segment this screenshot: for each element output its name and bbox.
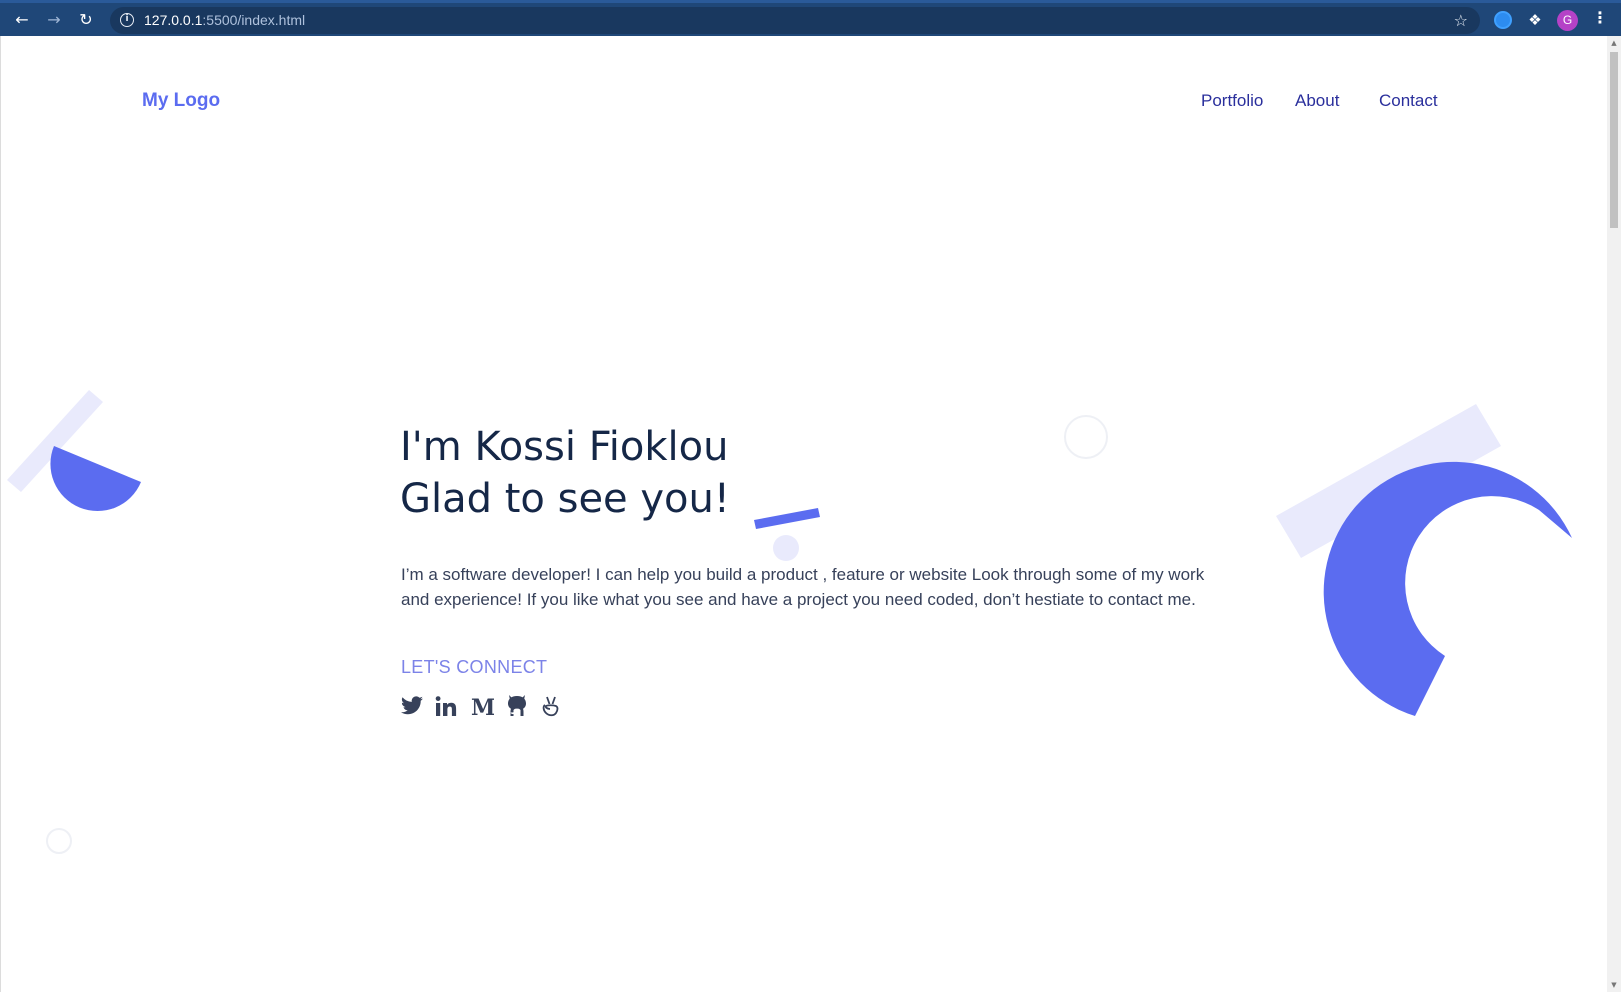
scrollbar-thumb[interactable]: [1610, 52, 1618, 228]
url-text[interactable]: 127.0.0.1:5500/index.html: [144, 12, 305, 28]
nav-contact-link[interactable]: Contact: [1379, 91, 1438, 111]
nav-portfolio-link[interactable]: Portfolio: [1201, 91, 1263, 111]
reload-icon[interactable]: ↻: [75, 9, 97, 31]
extensions-puzzle-icon[interactable]: ❖: [1526, 11, 1544, 29]
extension-globe-icon[interactable]: [1494, 11, 1512, 29]
address-bar[interactable]: i 127.0.0.1:5500/index.html ☆: [110, 7, 1480, 34]
site-logo[interactable]: My Logo: [142, 90, 220, 112]
scroll-up-arrow-icon[interactable]: ▲: [1609, 39, 1619, 47]
medium-icon[interactable]: M: [470, 694, 494, 718]
angellist-icon[interactable]: [539, 694, 563, 718]
hero-title-line1: I'm Kossi Fioklou: [400, 424, 729, 470]
nav-about-link[interactable]: About: [1295, 91, 1339, 111]
back-arrow-icon[interactable]: ←: [11, 9, 33, 31]
page-viewport: My Logo Portfolio About Contact I'm Koss…: [0, 36, 1607, 992]
right-arc-decoration: [1276, 404, 1572, 716]
bookmark-star-icon[interactable]: ☆: [1454, 11, 1468, 30]
hero-title: I'm Kossi Fioklou Glad to see you!: [400, 421, 730, 525]
left-decoration: [7, 390, 142, 512]
hero-title-line2: Glad to see you!: [400, 476, 730, 522]
profile-avatar[interactable]: G: [1557, 10, 1578, 31]
scroll-down-arrow-icon[interactable]: ▼: [1609, 981, 1619, 989]
forward-arrow-icon[interactable]: →: [43, 9, 65, 31]
linkedin-icon[interactable]: [434, 694, 458, 718]
twitter-icon[interactable]: [400, 694, 424, 718]
browser-toolbar: ← → ↻ i 127.0.0.1:5500/index.html ☆ ❖ G …: [0, 0, 1621, 36]
connect-heading: LET'S CONNECT: [401, 657, 548, 677]
center-bar-decoration: [754, 508, 820, 561]
vertical-scrollbar[interactable]: ▲ ▼: [1607, 36, 1621, 992]
browser-menu-icon[interactable]: ⋮: [1592, 8, 1608, 27]
site-info-icon[interactable]: i: [120, 13, 134, 27]
svg-text:M: M: [471, 695, 494, 718]
hero-description: I’m a software developer! I can help you…: [401, 565, 1205, 609]
github-icon[interactable]: [505, 694, 529, 718]
outline-circle-decoration: [1064, 415, 1108, 459]
small-circle-decoration: [46, 828, 72, 854]
